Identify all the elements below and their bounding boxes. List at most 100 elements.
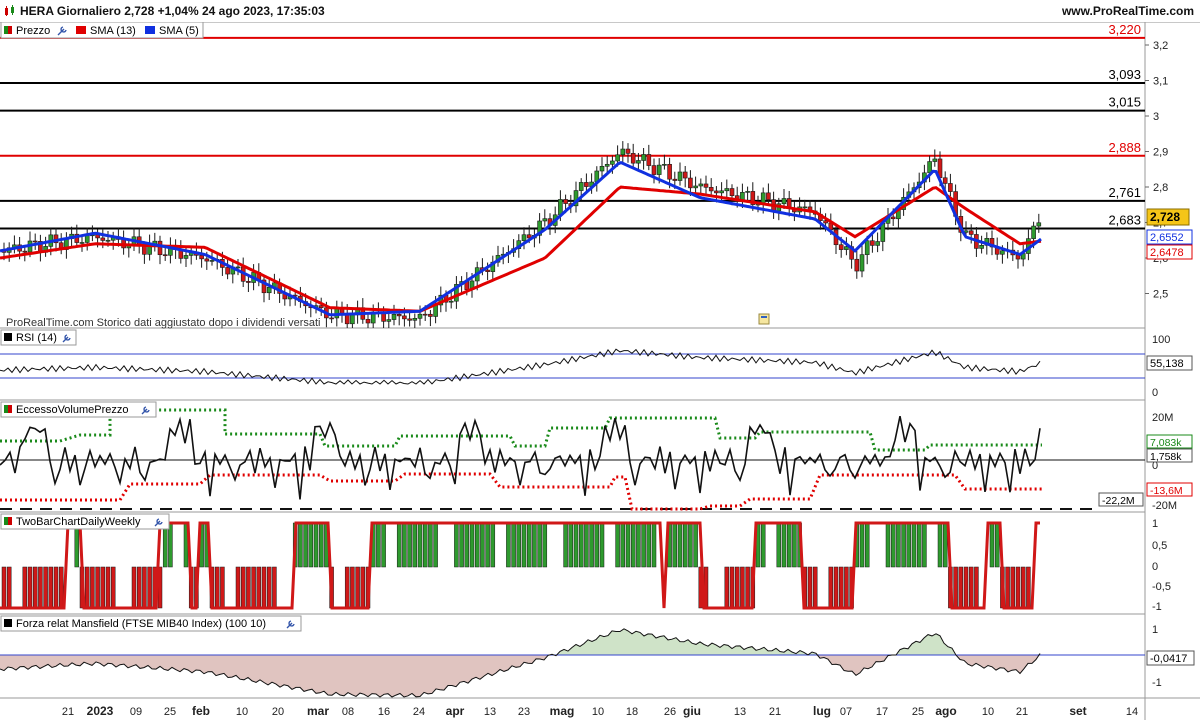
volume-excess-line [0, 416, 1041, 500]
twobar-bar [890, 522, 896, 568]
twobar-bar [636, 522, 641, 568]
twobar-bar [360, 566, 366, 609]
time-tick: mar [307, 704, 329, 718]
candle [126, 240, 132, 258]
time-tick: 10 [236, 706, 248, 718]
candle [339, 301, 345, 323]
candle [792, 201, 797, 222]
candle [448, 291, 454, 309]
mansfield-negative-area [0, 655, 1042, 697]
candle [703, 175, 709, 196]
twobar-bar [792, 522, 797, 568]
candle [1036, 213, 1042, 233]
candle [412, 313, 418, 328]
twobar-bar [396, 522, 402, 568]
candle [625, 143, 631, 163]
twobar-bar [214, 566, 220, 609]
twobar-tick-neg1: -1 [1152, 601, 1162, 613]
mansfield-tick-1: 1 [1152, 624, 1158, 636]
candle [989, 230, 995, 256]
twobar-bar [459, 522, 464, 568]
candle [64, 232, 69, 259]
candle [620, 141, 626, 163]
candle [542, 209, 548, 227]
mansfield-tick-neg1: -1 [1152, 677, 1162, 689]
twobar-bar [53, 566, 59, 609]
volume-badge-min: -22,2M [1102, 495, 1135, 507]
sma13-line [0, 185, 1042, 313]
twobar-bar [43, 566, 48, 609]
twobar-bar [537, 522, 542, 568]
candle [651, 158, 657, 184]
volume-panel: EccessoVolumePrezzo 20M 0 -20M 7,083k 1,… [0, 401, 1193, 512]
twobar-bar [147, 566, 152, 609]
twobar-bar [261, 566, 267, 609]
twobar-bar [942, 522, 948, 568]
candle [641, 147, 646, 170]
candle [261, 275, 267, 303]
site-link[interactable]: www.ProRealTime.com [1062, 0, 1194, 22]
twobar-bar [162, 522, 168, 568]
twobar-bar [402, 522, 407, 568]
twobar-bar [95, 566, 100, 609]
twobar-bar [433, 522, 438, 568]
candle [152, 232, 158, 252]
candle [157, 235, 163, 265]
twobar-bar [131, 566, 137, 609]
chart-area[interactable]: 3,2203,0933,0152,8882,7612,683 ProRealTi… [0, 22, 1200, 720]
twobar-bar [740, 566, 745, 609]
twobar-bar [745, 566, 750, 609]
twobar-bar [672, 522, 678, 568]
candle [386, 311, 392, 328]
twobar-bar [776, 522, 782, 568]
twobar-bar [828, 566, 834, 609]
level-label: 2,683 [1108, 213, 1141, 228]
candle [818, 207, 823, 230]
mansfield-panel: Forza relat Mansfield (FTSE MIB40 Index)… [0, 615, 1195, 698]
twobar-bar [313, 522, 319, 568]
twobar-bar [911, 522, 917, 568]
candle [662, 154, 667, 170]
candle [6, 242, 12, 262]
legend-sma5: SMA (5) [159, 25, 199, 37]
twobar-bar [1015, 566, 1021, 609]
candle [428, 309, 433, 327]
candle [147, 234, 152, 261]
twobar-bar [308, 522, 314, 568]
price-tick: 2,8 [1153, 182, 1168, 194]
candle [724, 179, 730, 198]
time-tick: 25 [912, 706, 924, 718]
twobar-tick-1: 1 [1152, 518, 1158, 530]
candle [225, 257, 230, 280]
sma13-badge: 2,6478 [1150, 247, 1184, 259]
candle [272, 273, 277, 294]
candle [360, 298, 366, 324]
candle [854, 250, 860, 279]
candle [932, 149, 938, 167]
mansfield-badge: -0,0417 [1150, 653, 1187, 665]
twobar-bar [599, 522, 605, 568]
support-resistance-levels[interactable]: 3,220 3,093 3,015 2,888 2,761 2,683 [0, 22, 1145, 230]
twobar-bar [454, 522, 459, 568]
time-tick: 13 [734, 706, 746, 718]
twobar-bar [266, 566, 272, 609]
candle [84, 227, 90, 251]
time-tick: 24 [413, 706, 425, 718]
candle [32, 233, 38, 250]
time-tick: giu [683, 704, 701, 718]
rsi-legend: RSI (14) [16, 332, 57, 344]
time-tick: 13 [484, 706, 496, 718]
twobar-bar [22, 566, 28, 609]
volume-badge-upper: 7,083k [1150, 437, 1182, 449]
candle [802, 199, 808, 216]
twobar-bar [677, 522, 683, 568]
dividend-marker-icon[interactable] [758, 313, 770, 325]
twobar-bar [937, 522, 943, 568]
twobar-bar [620, 522, 626, 568]
twobar-bar [630, 522, 636, 568]
twobar-bar [58, 566, 64, 609]
twobar-bar [807, 566, 813, 609]
price-legend: Prezzo SMA (13) SMA (5) [0, 22, 204, 39]
candle [1026, 229, 1031, 261]
time-tick: 10 [592, 706, 604, 718]
